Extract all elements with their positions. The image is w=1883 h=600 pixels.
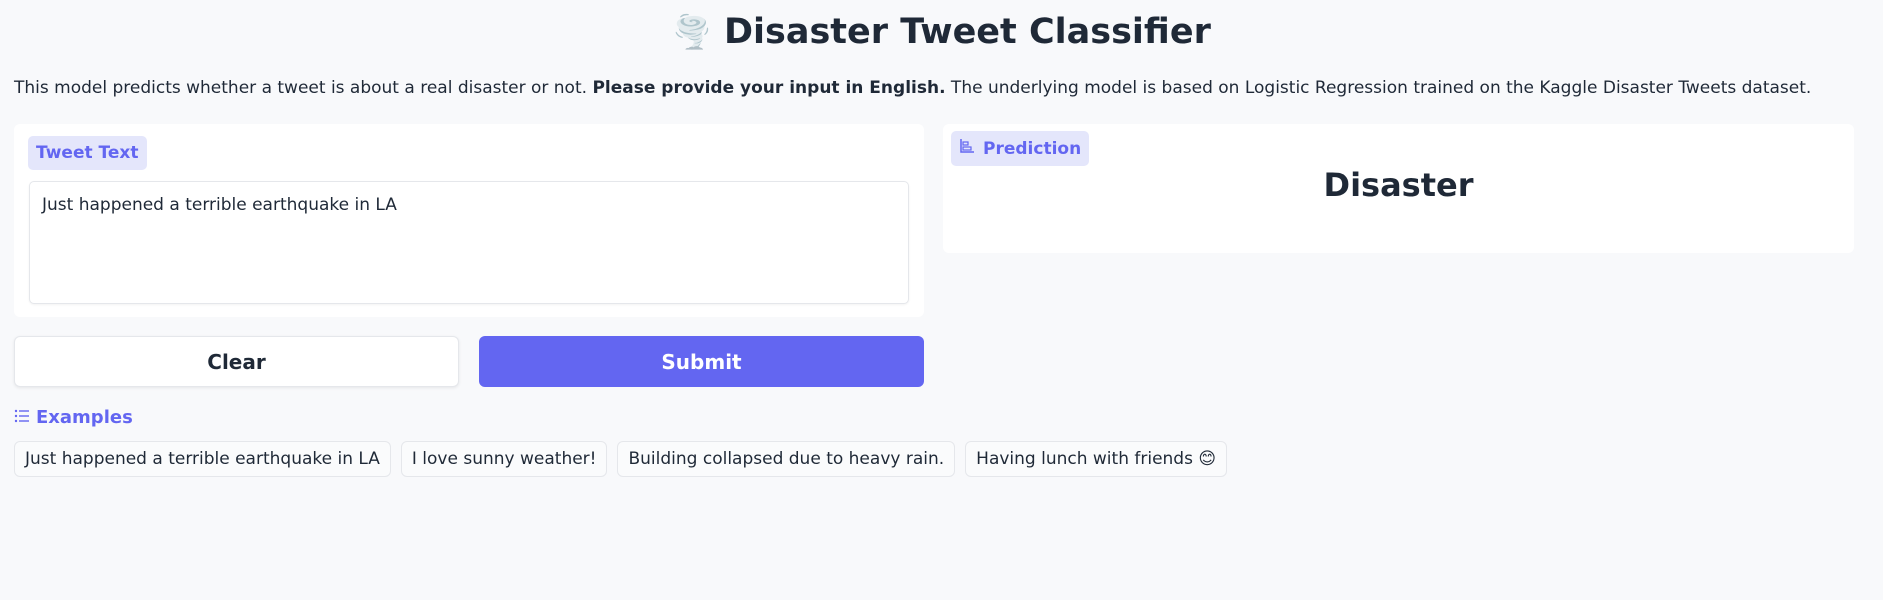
examples-header: Examples [14,407,133,428]
tornado-icon: 🌪️ [672,13,712,51]
example-item[interactable]: Having lunch with friends 😊 [965,441,1228,477]
prediction-panel: Prediction Disaster [943,124,1854,253]
description-text-end: The underlying model is based on Logisti… [945,78,1812,98]
input-panel: Tweet Text [14,124,924,317]
page-title: 🌪️ Disaster Tweet Classifier [0,12,1883,52]
prediction-label-text: Prediction [983,138,1082,159]
examples-list: Just happened a terrible earthquake in L… [14,441,1228,477]
description: This model predicts whether a tweet is a… [14,78,1811,98]
example-item[interactable]: Just happened a terrible earthquake in L… [14,441,391,477]
prediction-value: Disaster [1323,166,1474,204]
bar-chart-icon [959,138,975,159]
examples-label-text: Examples [36,407,133,428]
description-bold-text: Please provide your input in English. [592,78,946,98]
submit-button[interactable]: Submit [479,336,924,387]
clear-button[interactable]: Clear [14,336,459,387]
list-icon [14,407,30,428]
example-item[interactable]: I love sunny weather! [400,441,608,477]
example-item[interactable]: Building collapsed due to heavy rain. [617,441,956,477]
tweet-text-label-text: Tweet Text [36,143,139,163]
prediction-label: Prediction [951,131,1090,166]
tweet-text-label: Tweet Text [28,136,147,170]
tweet-text-input[interactable] [29,181,909,304]
description-text: This model predicts whether a tweet is a… [14,78,593,98]
page-title-text: Disaster Tweet Classifier [723,12,1211,52]
